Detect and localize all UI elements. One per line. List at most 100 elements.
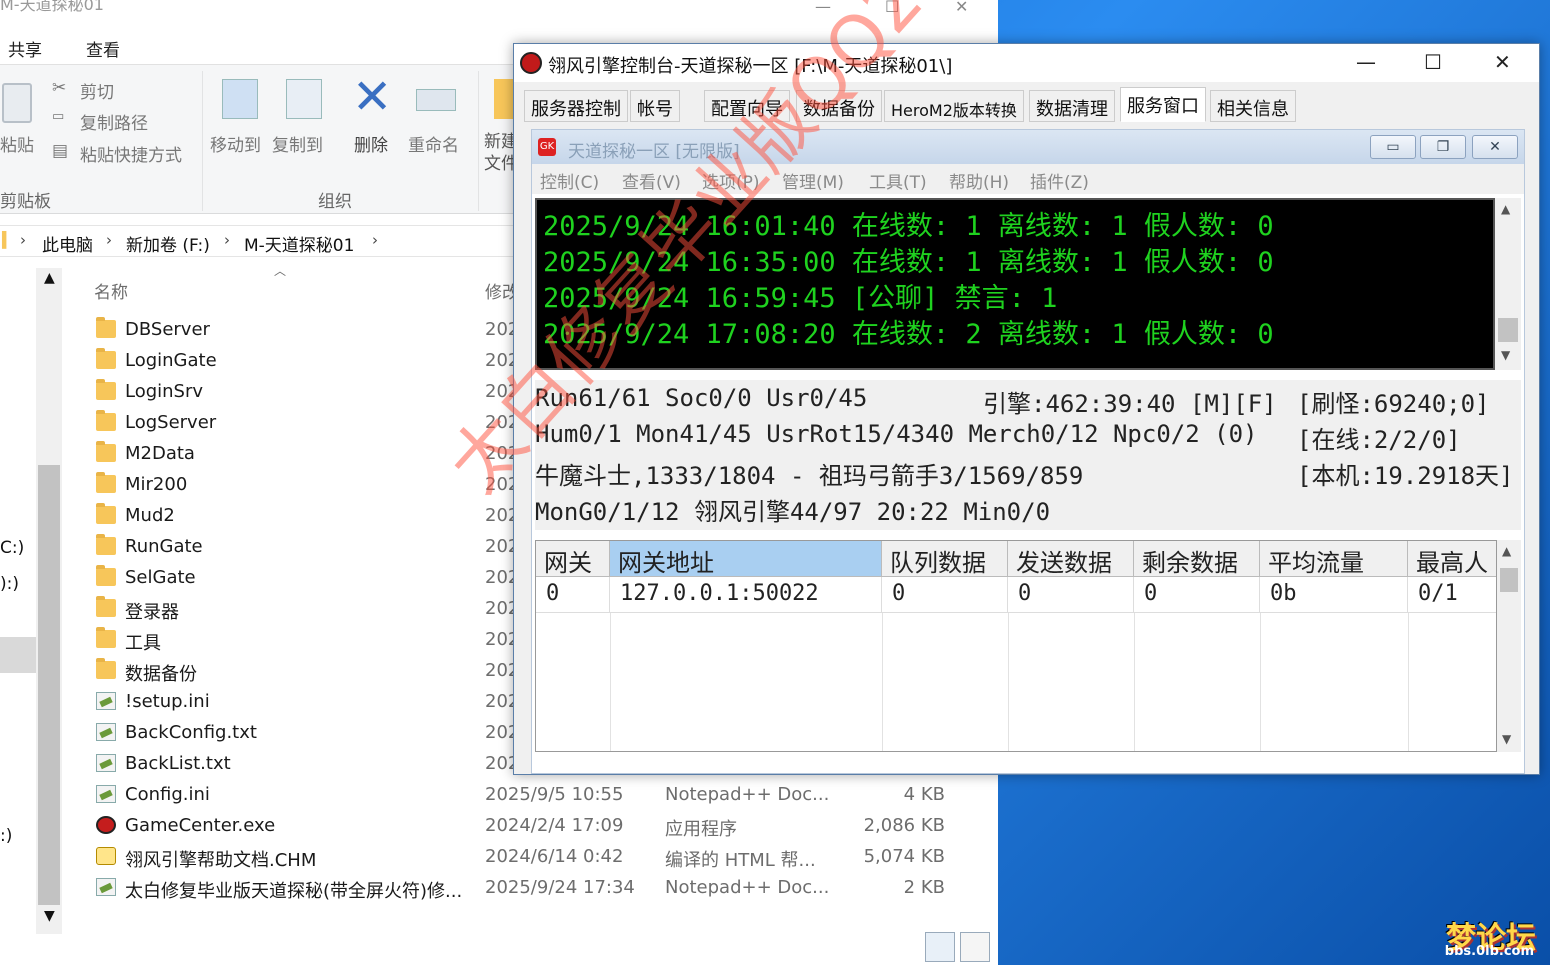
move-to-button[interactable]: 移动到 (210, 131, 261, 156)
copy-path-button[interactable]: 复制路径 (80, 109, 148, 134)
tab-server-control[interactable]: 服务器控制 (524, 90, 628, 122)
tab-herom2-convert[interactable]: HeroM2版本转换 (884, 90, 1024, 122)
column-header-remaining[interactable]: 剩余数据 (1134, 541, 1260, 577)
rename-button[interactable]: 重命名 (408, 131, 459, 156)
log-scrollbar-thumb[interactable] (1498, 318, 1518, 342)
file-name[interactable]: GameCenter.exe (125, 815, 275, 836)
nav-drive-label[interactable]: :) (0, 826, 12, 846)
large-icons-view-icon[interactable] (960, 932, 990, 962)
file-row[interactable]: 太白修复毕业版天道探秘(带全屏火符)修... 2025/9/24 17:34 Not… (90, 874, 990, 905)
file-row[interactable]: Config.ini 2025/9/5 10:55 Notepad++ Doc...… (90, 781, 990, 812)
close-icon[interactable]: ✕ (1494, 50, 1511, 74)
menu-manage[interactable]: 管理(M) (782, 168, 844, 193)
maximize-icon[interactable]: ☐ (1424, 50, 1442, 74)
file-row[interactable]: GameCenter.exe 2024/2/4 17:09 应用程序 2,086 KB (90, 812, 990, 843)
restore-icon[interactable]: ❐ (1420, 135, 1466, 159)
file-name[interactable]: BackConfig.txt (125, 722, 257, 743)
column-header-gateway-address[interactable]: 网关地址 (610, 541, 882, 577)
file-name[interactable]: 数据备份 (125, 660, 197, 686)
table-scrollbar-thumb[interactable] (1500, 568, 1518, 592)
nav-scrollbar-thumb[interactable] (38, 465, 60, 905)
delete-button[interactable]: 删除 (354, 131, 388, 156)
column-header-queue[interactable]: 队列数据 (882, 541, 1008, 577)
file-type: 编译的 HTML 帮... (665, 850, 816, 871)
scroll-up-icon[interactable]: ▲ (44, 270, 55, 286)
close-icon[interactable]: ✕ (1472, 135, 1518, 159)
breadcrumb-this-pc[interactable]: 此电脑 (42, 231, 93, 256)
file-name[interactable]: LoginSrv (125, 381, 203, 402)
file-name[interactable]: BackList.txt (125, 753, 231, 774)
nav-drive-label[interactable]: C:) (0, 538, 24, 558)
file-row[interactable]: 翎风引擎帮助文档.CHM 2024/6/14 0:42 编译的 HTML 帮... 5… (90, 843, 990, 874)
scroll-up-icon[interactable]: ▲ (1502, 544, 1511, 558)
move-to-icon[interactable] (222, 79, 258, 119)
log-scrollbar[interactable]: ▲ ▼ (1495, 198, 1521, 370)
file-name[interactable]: Mir200 (125, 474, 187, 495)
paste-icon[interactable] (2, 83, 32, 123)
table-cell[interactable]: 0 (1008, 577, 1134, 613)
file-name[interactable]: 翎风引擎帮助文档.CHM (125, 846, 316, 872)
nav-selected-item[interactable] (0, 637, 36, 673)
tab-share[interactable]: 共享 (8, 36, 42, 61)
tab-data-cleanup[interactable]: 数据清理 (1029, 90, 1115, 122)
minimize-icon[interactable]: — (1356, 50, 1376, 74)
copy-to-icon[interactable] (286, 79, 322, 119)
paste-button[interactable]: 粘贴 (0, 131, 34, 156)
cut-button[interactable]: 剪切 (80, 78, 114, 103)
nav-drive-label[interactable]: ):) (0, 574, 19, 594)
menu-control[interactable]: 控制(C) (540, 168, 599, 193)
scroll-down-icon[interactable]: ▼ (1502, 732, 1511, 746)
table-cell[interactable]: 0b (1260, 577, 1408, 613)
file-name[interactable]: LoginGate (125, 350, 217, 371)
delete-icon[interactable]: ✕ (352, 69, 392, 125)
menu-plugins[interactable]: 插件(Z) (1030, 168, 1089, 193)
table-cell[interactable]: 0/1 (1408, 577, 1496, 613)
scroll-up-icon[interactable]: ▲ (1501, 202, 1510, 216)
table-cell[interactable]: 0 (882, 577, 1008, 613)
minimize-icon[interactable]: — (815, 0, 831, 15)
file-name[interactable]: M2Data (125, 443, 195, 464)
rename-icon[interactable] (416, 89, 456, 111)
file-name[interactable]: 工具 (125, 629, 161, 655)
details-view-icon[interactable] (925, 932, 955, 962)
table-scrollbar[interactable]: ▲ ▼ (1497, 540, 1521, 752)
minimize-icon[interactable]: ▭ (1370, 135, 1416, 159)
file-name[interactable]: DBServer (125, 319, 210, 340)
maximize-icon[interactable]: ☐ (885, 0, 899, 15)
paste-shortcut-button[interactable]: 粘贴快捷方式 (80, 141, 182, 166)
paste-shortcut-icon: ▤ (52, 141, 69, 161)
tab-service-window[interactable]: 服务窗口 (1120, 87, 1206, 122)
menu-tools[interactable]: 工具(T) (869, 168, 927, 193)
close-icon[interactable]: ✕ (955, 0, 968, 15)
column-header-max-users[interactable]: 最高人 (1408, 541, 1496, 577)
table-cell[interactable]: 0 (536, 577, 610, 613)
breadcrumb-drive[interactable]: 新加卷 (F:) (126, 231, 210, 256)
copy-to-button[interactable]: 复制到 (272, 131, 323, 156)
file-name[interactable]: SelGate (125, 567, 196, 588)
scroll-down-icon[interactable]: ▼ (1501, 348, 1510, 362)
tab-account[interactable]: 帐号 (630, 90, 680, 122)
menu-help[interactable]: 帮助(H) (949, 168, 1009, 193)
menu-view[interactable]: 查看(V) (622, 168, 681, 193)
tab-config-wizard[interactable]: 配置向导 (704, 90, 790, 122)
file-name[interactable]: !setup.ini (125, 691, 210, 712)
column-header-name[interactable]: 名称 (94, 278, 128, 303)
file-name[interactable]: Mud2 (125, 505, 175, 526)
tab-view[interactable]: 查看 (86, 36, 120, 61)
file-name[interactable]: 太白修复毕业版天道探秘(带全屏火符)修... (125, 877, 462, 903)
file-name[interactable]: Config.ini (125, 784, 210, 805)
file-name[interactable]: LogServer (125, 412, 216, 433)
menu-options[interactable]: 选项(P) (702, 168, 760, 193)
engine-uptime: 引擎:462:39:40 [M][F] (983, 390, 1277, 418)
breadcrumb-folder[interactable]: M-天道探秘01 (244, 231, 354, 256)
tab-data-backup[interactable]: 数据备份 (796, 90, 882, 122)
table-cell[interactable]: 0 (1134, 577, 1260, 613)
table-cell[interactable]: 127.0.0.1:50022 (610, 577, 882, 613)
file-name[interactable]: 登录器 (125, 598, 179, 624)
tab-related-info[interactable]: 相关信息 (1210, 90, 1296, 122)
file-name[interactable]: RunGate (125, 536, 203, 557)
column-header-avg-traffic[interactable]: 平均流量 (1260, 541, 1408, 577)
column-header-sent[interactable]: 发送数据 (1008, 541, 1134, 577)
scroll-down-icon[interactable]: ▼ (44, 908, 55, 924)
column-header-gateway[interactable]: 网关 (536, 541, 610, 577)
